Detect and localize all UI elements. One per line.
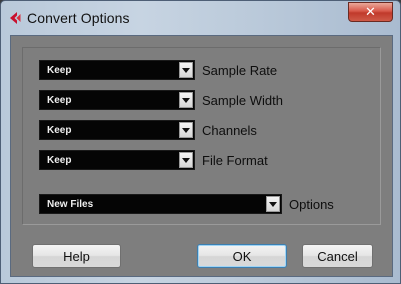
sample-width-label: Sample Width xyxy=(202,92,283,108)
chevron-down-icon[interactable] xyxy=(179,122,193,138)
chevron-down-icon[interactable] xyxy=(179,62,193,78)
chevron-down-icon[interactable] xyxy=(179,92,193,108)
chevron-down-icon[interactable] xyxy=(266,196,280,212)
ok-button[interactable]: OK xyxy=(197,244,287,268)
options-label: Options xyxy=(289,196,334,212)
options-row: New Files Options xyxy=(39,194,334,214)
options-value: New Files xyxy=(47,199,94,210)
options-select[interactable]: New Files xyxy=(39,194,282,214)
convert-options-dialog: Convert Options ✕ Keep Sample Rate Keep … xyxy=(0,0,401,284)
sample-rate-value: Keep xyxy=(47,65,72,76)
file-format-select[interactable]: Keep xyxy=(39,150,195,170)
channels-select[interactable]: Keep xyxy=(39,120,195,140)
help-button[interactable]: Help xyxy=(32,244,121,268)
window-title: Convert Options xyxy=(27,10,130,26)
file-format-row: Keep File Format xyxy=(39,150,268,170)
sample-rate-label: Sample Rate xyxy=(202,62,278,78)
sample-width-select[interactable]: Keep xyxy=(39,90,195,110)
file-format-value: Keep xyxy=(47,155,72,166)
channels-row: Keep Channels xyxy=(39,120,257,140)
chevron-down-icon[interactable] xyxy=(179,152,193,168)
sample-width-row: Keep Sample Width xyxy=(39,90,283,110)
settings-panel: Keep Sample Rate Keep Sample Width Keep … xyxy=(22,47,381,225)
cubase-logo-icon xyxy=(10,12,21,24)
dialog-body: Keep Sample Rate Keep Sample Width Keep … xyxy=(10,35,393,277)
cancel-button[interactable]: Cancel xyxy=(302,244,373,268)
channels-label: Channels xyxy=(202,122,257,138)
title-bar[interactable]: Convert Options ✕ xyxy=(1,1,400,35)
sample-width-value: Keep xyxy=(47,95,72,106)
sample-rate-select[interactable]: Keep xyxy=(39,60,195,80)
file-format-label: File Format xyxy=(202,152,268,168)
channels-value: Keep xyxy=(47,125,72,136)
sample-rate-row: Keep Sample Rate xyxy=(39,60,277,80)
close-button[interactable]: ✕ xyxy=(348,2,393,22)
close-icon: ✕ xyxy=(365,4,376,20)
